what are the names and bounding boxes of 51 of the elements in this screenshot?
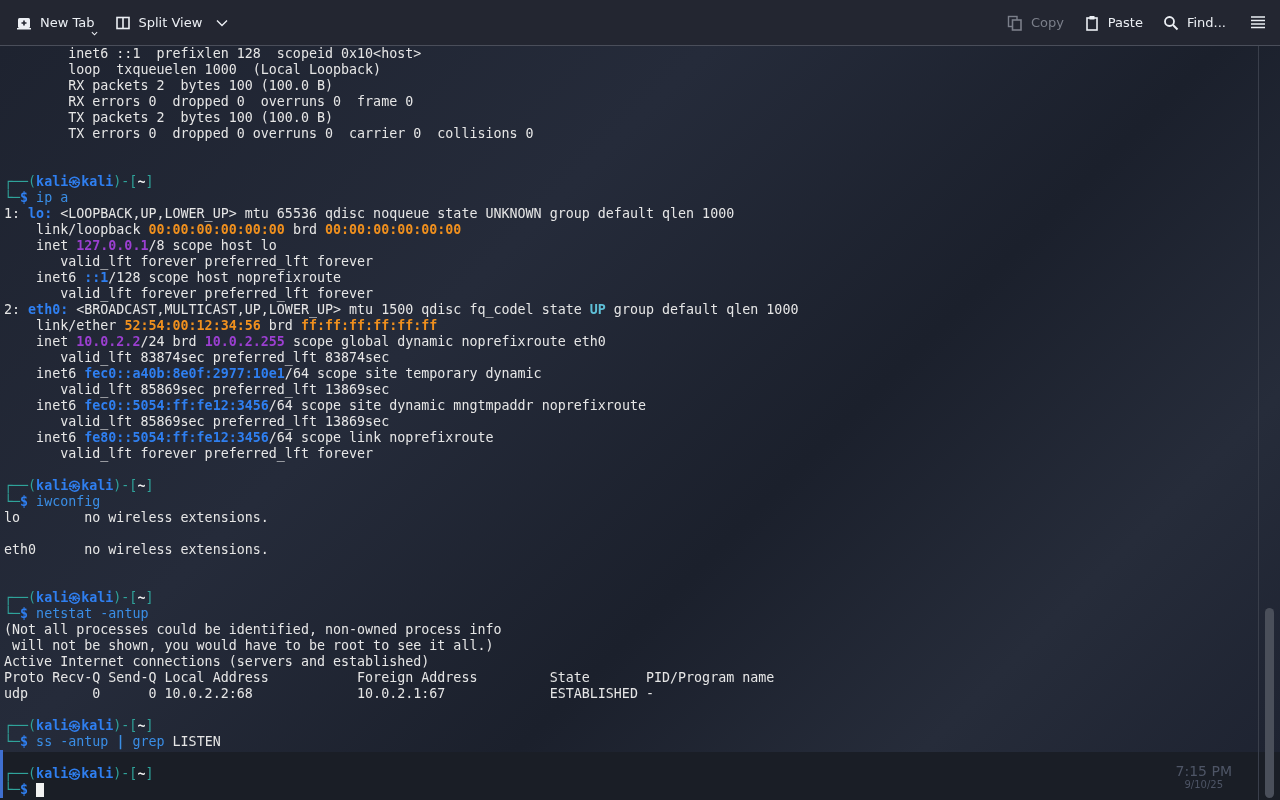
scrollbar-thumb[interactable] (1265, 608, 1274, 798)
terminal-line: inet6 ::1/128 scope host noprefixroute (35, 270, 342, 286)
terminal-line: loop txqueuelen 1000 (Local Loopback) (67, 62, 382, 78)
terminal-line: inet6 fe80::5054:ff:fe12:3456/64 scope link noprefixroute (35, 430, 494, 446)
toolbar-button[interactable]: New Tab (8, 8, 103, 37)
terminal-line: TX packets 2 bytes 100 (100.0 B) (67, 110, 333, 126)
split-view-icon (114, 14, 131, 31)
terminal-line: Proto Recv-Q Send-Q Local Address Foreign Address State PID/Program name (4, 670, 775, 686)
menu-icon (1250, 14, 1266, 31)
terminal-line: inet 127.0.0.1/8 scope host lo (35, 238, 277, 254)
terminal-line: Active Internet connections (servers and established) (4, 654, 430, 670)
copy-icon (1006, 14, 1023, 31)
terminal-line: valid_lft 83874sec preferred_lft 83874sec (59, 350, 390, 366)
terminal-line: └─$ ip a (4, 190, 69, 206)
toolbar-button[interactable]: Paste (1075, 8, 1151, 37)
terminal-line: ┌──(kali㉿kali)-[~] (4, 174, 154, 190)
terminal-line: TX errors 0 dropped 0 overruns 0 carrier 0 collisions 0 (67, 126, 534, 142)
terminal-line: └─$ ss -antup | grep LISTEN (4, 734, 221, 750)
terminal-line: udp 0 0 10.0.2.2:68 10.0.2.1:67 ESTABLISHED - (4, 686, 654, 702)
toolbar-button[interactable]: Find... (1154, 8, 1234, 37)
terminal-line: ┌──(kali㉿kali)-[~] (4, 478, 154, 494)
clock-time: 7:15 PM (1175, 762, 1232, 779)
terminal-line: (Not all processes could be identified, non-owned process info (4, 622, 502, 638)
terminal-line: link/ether 52:54:00:12:34:56 brd ff:ff:ff:ff:ff:ff (35, 318, 438, 334)
search-icon (1162, 14, 1179, 31)
terminal-line: valid_lft forever preferred_lft forever (59, 254, 374, 270)
toolbar-button[interactable]: Split View (106, 8, 237, 37)
terminal-line: └─$ (4, 782, 29, 798)
terminal-line: 2: eth0: <BROADCAST,MULTICAST,UP,LOWER_UP> mtu 1500 qdisc fq_codel state UP group default qlen 1000 (4, 302, 799, 318)
terminal-line: RX errors 0 dropped 0 overruns 0 frame 0 (67, 94, 414, 110)
terminal-line: └─$ netstat -antup (4, 606, 149, 622)
terminal-line: inet6 fec0::5054:ff:fe12:3456/64 scope site dynamic mngtmpaddr noprefixroute (35, 398, 646, 414)
terminal-line: valid_lft 85869sec preferred_lft 13869sec (59, 414, 390, 430)
clipboard-icon (1083, 14, 1100, 31)
terminal-line: link/loopback 00:00:00:00:00:00 brd 00:00:00:00:00:00 (35, 222, 462, 238)
terminal-line: will not be shown, you would have to be root to see it all.) (11, 638, 494, 654)
clock-date: 9/10/25 (1184, 778, 1224, 790)
terminal-line: lo no wireless extensions. (4, 510, 269, 526)
terminal-line: inet6 fec0::a40b:8e0f:2977:10e1/64 scope site temporary dynamic (35, 366, 542, 382)
terminal-line: 1: lo: <LOOPBACK,UP,LOWER_UP> mtu 65536 qdisc noqueue state UNKNOWN group default qlen 1000 (4, 206, 735, 222)
terminal-line: inet6 ::1 prefixlen 128 scopeid 0x10<host> (67, 46, 422, 62)
terminal-line: valid_lft 85869sec preferred_lft 13869sec (59, 382, 390, 398)
terminal-line: valid_lft forever preferred_lft forever (59, 446, 374, 462)
terminal-line: ┌──(kali㉿kali)-[~] (4, 766, 154, 782)
terminal-line: valid_lft forever preferred_lft forever (59, 286, 374, 302)
terminal-line: ┌──(kali㉿kali)-[~] (4, 718, 154, 734)
terminal-line: inet 10.0.2.2/24 brd 10.0.2.255 scope global dynamic noprefixroute eth0 (35, 334, 606, 350)
terminal-line: ┌──(kali㉿kali)-[~] (4, 590, 154, 606)
terminal-line: eth0 no wireless extensions. (4, 542, 269, 558)
terminal-line: └─$ iwconfig (4, 494, 101, 510)
terminal-line: RX packets 2 bytes 100 (100.0 B) (67, 78, 333, 94)
